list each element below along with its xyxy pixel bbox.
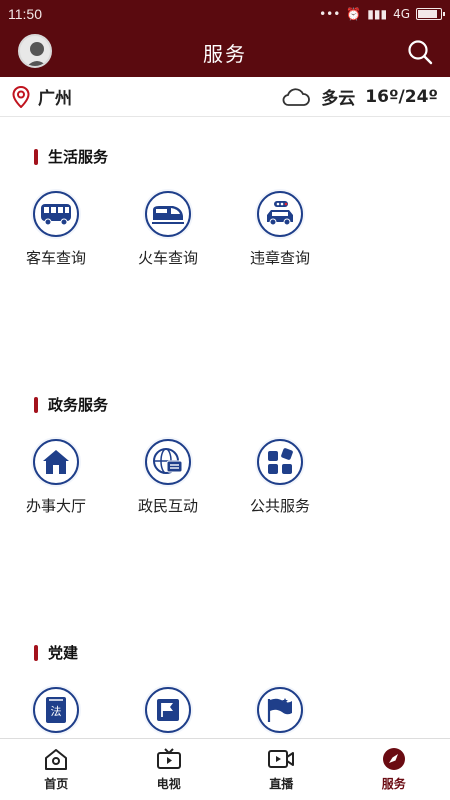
tile-label: 客车查询 bbox=[25, 249, 86, 267]
temperature-range: 16º/24º bbox=[365, 86, 438, 107]
bus-icon bbox=[41, 204, 71, 226]
party-flag-icon bbox=[267, 698, 292, 722]
svg-text:法: 法 bbox=[51, 704, 62, 718]
nav-label: 电视 bbox=[156, 777, 181, 791]
nav-live[interactable]: 直播 bbox=[225, 739, 338, 800]
section-title: 政务服务 bbox=[34, 394, 108, 415]
flag-board-icon bbox=[157, 699, 179, 721]
avatar[interactable] bbox=[18, 34, 52, 68]
car-violation-icon bbox=[267, 201, 293, 226]
nav-label: 首页 bbox=[44, 777, 69, 791]
nav-services[interactable]: 服务 bbox=[338, 739, 450, 800]
status-bar: 11:50 ••• ⏰ ▮▮▮ 4G bbox=[0, 0, 450, 27]
nav-label: 服务 bbox=[381, 777, 406, 791]
status-time: 11:50 bbox=[8, 5, 42, 22]
location-weather-bar[interactable]: 广州 多云 16º/24º bbox=[0, 77, 450, 117]
section-marker bbox=[34, 644, 38, 661]
tile-label: 火车查询 bbox=[137, 249, 198, 267]
service-citizen-interaction[interactable]: 政民互动 bbox=[118, 439, 218, 516]
globe-chat-icon bbox=[153, 448, 183, 474]
tv-icon bbox=[156, 748, 181, 769]
app-header: 服务 bbox=[0, 27, 450, 77]
battery-icon bbox=[416, 7, 445, 20]
page-title: 服务 bbox=[203, 41, 247, 66]
service-train-query[interactable]: 火车查询 bbox=[118, 191, 218, 268]
section-marker bbox=[34, 148, 38, 165]
tile-label: 办事大厅 bbox=[25, 497, 86, 515]
notification-dots-icon: ••• bbox=[319, 6, 341, 21]
bottom-nav: 首页 电视 直播 服务 bbox=[0, 738, 450, 800]
service-party-flag[interactable] bbox=[230, 687, 330, 733]
weather-info: 多云 16º/24º bbox=[281, 84, 438, 109]
city-name: 广州 bbox=[38, 89, 72, 109]
section-marker bbox=[34, 396, 38, 413]
search-icon bbox=[408, 40, 433, 65]
grid-apps-icon bbox=[268, 448, 293, 474]
weather-condition: 多云 bbox=[321, 89, 356, 109]
service-law[interactable]: 法 bbox=[6, 687, 106, 733]
alarm-icon: ⏰ bbox=[346, 6, 362, 21]
section-title: 生活服务 bbox=[34, 146, 108, 167]
nav-home[interactable]: 首页 bbox=[0, 739, 113, 800]
service-service-hall[interactable]: 办事大厅 bbox=[6, 439, 106, 516]
network-type: 4G bbox=[393, 6, 410, 21]
section-title: 党建 bbox=[34, 642, 78, 663]
service-party-board[interactable] bbox=[118, 687, 218, 733]
nav-tv[interactable]: 电视 bbox=[113, 739, 226, 800]
train-icon bbox=[152, 206, 184, 224]
cloud-icon bbox=[282, 87, 311, 106]
search-button[interactable] bbox=[406, 38, 434, 66]
tile-label: 政民互动 bbox=[137, 497, 198, 515]
tile-label: 违章查询 bbox=[249, 249, 310, 267]
signal-icon: ▮▮▮ bbox=[367, 6, 388, 21]
user-avatar-icon bbox=[27, 42, 47, 66]
compass-icon bbox=[382, 748, 405, 770]
law-book-icon: 法 bbox=[46, 697, 66, 723]
service-bus-query[interactable]: 客车查询 bbox=[6, 191, 106, 268]
home-icon bbox=[43, 450, 69, 474]
nav-label: 直播 bbox=[269, 777, 294, 791]
tile-label: 公共服务 bbox=[249, 497, 310, 515]
service-public-services[interactable]: 公共服务 bbox=[230, 439, 330, 516]
live-video-icon bbox=[268, 750, 295, 768]
service-violation-query[interactable]: 违章查询 bbox=[230, 191, 330, 268]
home-nav-icon bbox=[45, 749, 68, 770]
location-pin-icon bbox=[12, 85, 30, 108]
